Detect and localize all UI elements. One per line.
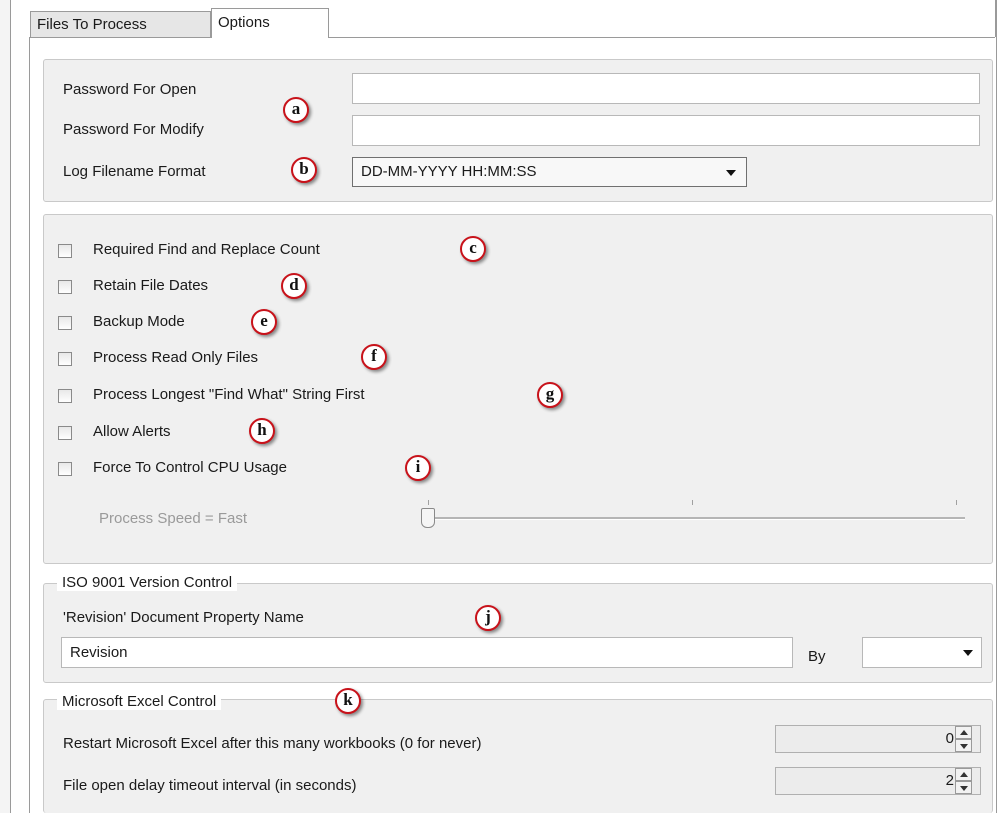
iso-legend: ISO 9001 Version Control — [57, 574, 238, 591]
callout-badge-b: b — [291, 157, 317, 183]
arrow-up-icon — [960, 772, 968, 777]
chevron-down-icon — [963, 650, 973, 656]
by-select[interactable] — [862, 637, 982, 668]
by-label: By — [808, 648, 826, 665]
excel-control-panel — [43, 699, 993, 813]
option-label-allow-alerts: Allow Alerts — [93, 423, 171, 440]
callout-badge-e: e — [251, 309, 277, 335]
slider-tick — [428, 500, 429, 505]
spin-down-button[interactable] — [955, 739, 972, 752]
checkbox-allow-alerts[interactable] — [58, 426, 72, 440]
spin-up-button[interactable] — [955, 768, 972, 781]
callout-badge-a: a — [283, 97, 309, 123]
process-speed-slider-thumb[interactable] — [421, 508, 435, 528]
callout-badge-c: c — [460, 236, 486, 262]
window-left-edge — [0, 0, 11, 813]
excel-legend: Microsoft Excel Control — [57, 693, 222, 710]
active-tab-gap — [212, 37, 328, 38]
password-modify-input[interactable] — [352, 115, 980, 146]
tab-divider — [29, 37, 995, 38]
password-modify-label: Password For Modify — [63, 121, 204, 138]
option-label-retain-dates: Retain File Dates — [93, 277, 209, 294]
callout-badge-k: k — [335, 688, 361, 714]
checkbox-control-cpu[interactable] — [58, 462, 72, 476]
restart-excel-label: Restart Microsoft Excel after this many … — [63, 735, 482, 752]
checkbox-required-count[interactable] — [58, 244, 72, 258]
callout-badge-j: j — [475, 605, 501, 631]
callout-badge-f: f — [361, 344, 387, 370]
slider-tick — [692, 500, 693, 505]
option-label-read-only: Process Read Only Files — [93, 349, 259, 366]
password-open-input[interactable] — [352, 73, 980, 104]
restart-excel-value: 0 — [945, 730, 954, 747]
callout-badge-h: h — [249, 418, 275, 444]
arrow-down-icon — [960, 744, 968, 749]
slider-tick — [956, 500, 957, 505]
option-label-longest-first: Process Longest "Find What" String First — [93, 386, 365, 403]
option-label-control-cpu: Force To Control CPU Usage — [93, 459, 287, 476]
open-delay-spinner[interactable]: 2 — [775, 767, 981, 795]
arrow-down-icon — [960, 786, 968, 791]
iso-version-panel — [43, 583, 993, 683]
revision-property-label: 'Revision' Document Property Name — [63, 609, 304, 626]
open-delay-value: 2 — [945, 772, 954, 789]
chevron-down-icon — [726, 170, 736, 176]
revision-property-input[interactable]: Revision — [61, 637, 793, 668]
option-label-backup-mode: Backup Mode — [93, 313, 185, 330]
tab-files-to-process[interactable]: Files To Process — [30, 11, 211, 37]
restart-excel-spinner[interactable]: 0 — [775, 725, 981, 753]
open-delay-label: File open delay timeout interval (in sec… — [63, 777, 357, 794]
option-label-required-count: Required Find and Replace Count — [93, 241, 320, 258]
process-speed-label: Process Speed = Fast — [99, 510, 247, 527]
checkbox-backup-mode[interactable] — [58, 316, 72, 330]
log-format-value: DD-MM-YYYY HH:MM:SS — [361, 163, 537, 180]
spin-up-button[interactable] — [955, 726, 972, 739]
log-format-select[interactable]: DD-MM-YYYY HH:MM:SS — [352, 157, 747, 187]
spin-down-button[interactable] — [955, 781, 972, 794]
checkbox-longest-first[interactable] — [58, 389, 72, 403]
arrow-up-icon — [960, 730, 968, 735]
checkbox-read-only[interactable] — [58, 352, 72, 366]
tab-options[interactable]: Options — [211, 8, 329, 38]
checkbox-retain-dates[interactable] — [58, 280, 72, 294]
callout-badge-i: i — [405, 455, 431, 481]
callout-badge-g: g — [537, 382, 563, 408]
callout-badge-d: d — [281, 273, 307, 299]
process-speed-slider-track — [425, 517, 965, 520]
log-format-label: Log Filename Format — [63, 163, 206, 180]
password-open-label: Password For Open — [63, 81, 197, 98]
